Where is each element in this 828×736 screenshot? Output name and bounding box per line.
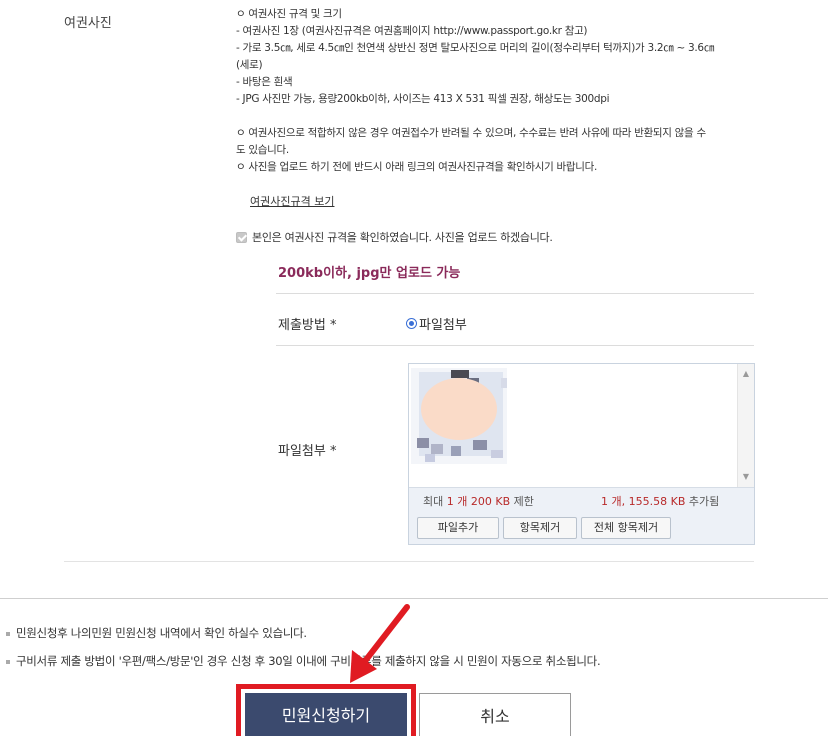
red-arrow-icon xyxy=(350,604,410,683)
